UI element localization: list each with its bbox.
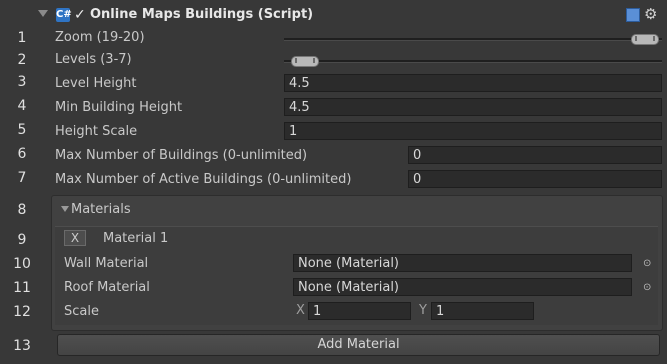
max-active-buildings-label: Max Number of Active Buildings (0-unlimi… [55,172,352,187]
scale-x-input[interactable]: 1 [308,302,411,320]
scale-y-label: Y [419,303,427,318]
line-number: 4 [17,98,27,114]
levels-row: Levels (3-7) [44,52,667,74]
max-active-buildings-row: Max Number of Active Buildings (0-unlimi… [44,170,667,192]
max-buildings-input[interactable]: 0 [408,146,662,164]
zoom-slider-track[interactable] [284,38,662,41]
height-scale-input[interactable]: 1 [284,122,662,140]
remove-material-button[interactable]: X [64,230,86,246]
max-active-buildings-input[interactable]: 0 [408,170,662,188]
gear-icon[interactable]: ⚙ [644,5,657,23]
line-number: 1 [17,30,27,46]
line-number: 12 [13,304,31,320]
object-picker-icon[interactable]: ⊙ [643,282,651,293]
object-picker-icon[interactable]: ⊙ [643,258,651,269]
scale-x-label: X [296,303,305,318]
zoom-row: Zoom (19-20) [44,30,667,52]
materials-foldout-icon[interactable] [61,206,69,212]
roof-material-label: Roof Material [64,280,150,295]
materials-section-label[interactable]: Materials [71,202,131,217]
scale-label: Scale [64,304,99,319]
add-material-button[interactable]: Add Material [57,334,660,356]
min-building-height-label: Min Building Height [55,100,183,115]
line-number: 11 [13,280,31,296]
line-number: 10 [13,256,31,272]
zoom-label: Zoom (19-20) [55,30,145,45]
scale-y-input[interactable]: 1 [431,302,534,320]
min-building-height-row: Min Building Height 4.5 [44,98,667,120]
line-number: 7 [17,170,27,186]
line-number: 9 [17,232,27,248]
component-header[interactable]: C# ✓ Online Maps Buildings (Script) ⚙ [38,5,667,28]
foldout-arrow-icon[interactable] [38,10,48,17]
level-height-input[interactable]: 4.5 [284,74,662,92]
height-scale-label: Height Scale [55,124,138,139]
enabled-checkbox[interactable]: ✓ [74,7,86,23]
line-number: 5 [17,122,27,138]
level-height-label: Level Height [55,76,137,91]
line-number: 8 [17,202,27,218]
wall-material-label: Wall Material [64,256,149,271]
max-buildings-row: Max Number of Buildings (0-unlimited) 0 [44,146,667,168]
component-title: Online Maps Buildings (Script) [90,7,314,22]
help-icon[interactable] [626,8,640,22]
line-number: 3 [17,74,27,90]
levels-slider-track[interactable] [284,60,662,63]
height-scale-row: Height Scale 1 [44,122,667,144]
roof-material-field[interactable]: None (Material) [293,278,632,296]
line-number: 6 [17,146,27,162]
level-height-row: Level Height 4.5 [44,74,667,96]
levels-slider-thumb[interactable] [291,56,319,67]
max-buildings-label: Max Number of Buildings (0-unlimited) [55,148,308,163]
wall-material-field[interactable]: None (Material) [293,254,632,272]
min-building-height-input[interactable]: 4.5 [284,98,662,116]
line-number: 2 [17,52,27,68]
line-number: 13 [13,338,31,354]
levels-label: Levels (3-7) [55,52,132,67]
zoom-slider-thumb[interactable] [631,34,659,45]
script-icon: C# [56,8,72,22]
line-number-gutter: 1 2 3 4 5 6 7 8 9 10 11 12 13 [0,0,44,364]
material-item-title: Material 1 [103,231,169,246]
